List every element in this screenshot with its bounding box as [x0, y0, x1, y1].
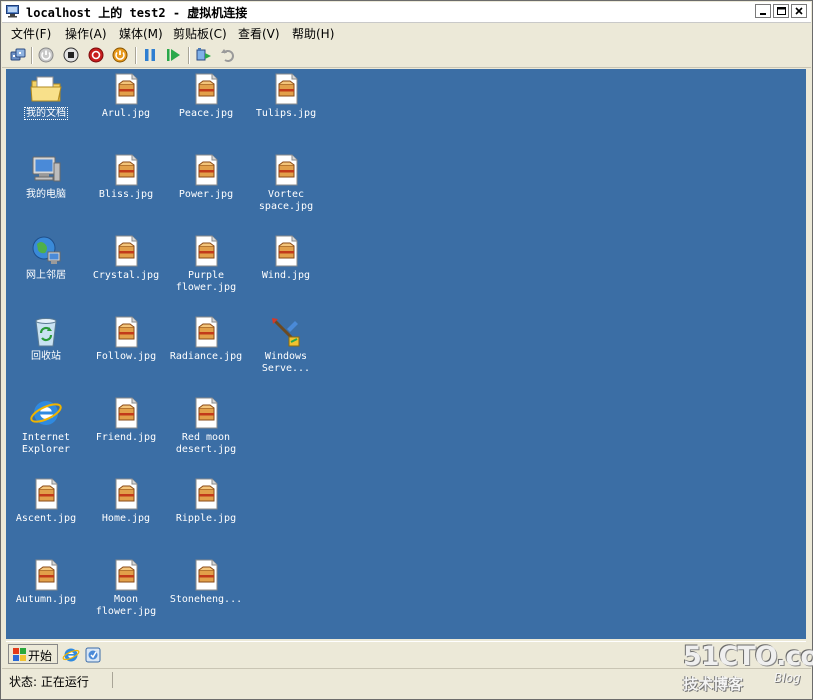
window-title: localhost 上的 test2 - 虚拟机连接	[26, 6, 248, 20]
icon-label: Red moon desert.jpg	[175, 432, 237, 455]
turn-off-icon[interactable]	[63, 47, 79, 63]
revert-icon[interactable]	[220, 47, 236, 63]
icon-label: 回收站	[31, 351, 61, 362]
icon-label: Windows Serve...	[261, 351, 311, 374]
icon-label: Friend.jpg	[95, 432, 157, 443]
title-bar[interactable]: localhost 上的 test2 - 虚拟机连接	[2, 2, 811, 23]
icon-label: Bliss.jpg	[98, 189, 154, 200]
watermark-blog: Blog	[774, 671, 801, 685]
vm-desktop[interactable]: 我的文档 我的电脑 网上邻居 回收站 Internet Explorer Asc…	[6, 69, 806, 639]
icon-label: 我的文档	[24, 107, 68, 120]
jpg-file-icon	[275, 235, 298, 267]
menu-help[interactable]: 帮助(H)	[292, 25, 334, 42]
icon-label: Autumn.jpg	[15, 594, 77, 605]
menu-action[interactable]: 操作(A)	[65, 25, 107, 42]
toolbar	[2, 43, 811, 68]
watermark-logo: 51CTO.com	[683, 641, 813, 672]
internet-explorer-icon	[30, 401, 62, 425]
internet-explorer-icon[interactable]	[62, 646, 80, 664]
icon-label: Tulips.jpg	[255, 108, 317, 119]
start-icon[interactable]	[38, 47, 54, 63]
icon-label: Ascent.jpg	[15, 513, 77, 524]
jpg-file-icon	[195, 73, 218, 105]
icon-label: Arul.jpg	[101, 108, 151, 119]
icon-label: 我的电脑	[26, 189, 66, 200]
maximize-icon	[776, 7, 786, 15]
icon-label: Power.jpg	[178, 189, 234, 200]
server-manager-icon[interactable]	[84, 646, 102, 664]
menu-view[interactable]: 查看(V)	[238, 25, 280, 42]
start-label: 开始	[28, 649, 53, 663]
jpg-file-icon	[195, 559, 218, 591]
icon-label: Crystal.jpg	[92, 270, 160, 281]
icon-label: Internet Explorer	[21, 432, 71, 455]
jpg-file-icon	[35, 478, 58, 510]
jpg-file-icon	[195, 235, 218, 267]
status-text: 状态: 正在运行	[9, 675, 89, 689]
close-icon	[795, 7, 803, 15]
icon-label: Follow.jpg	[95, 351, 157, 362]
maximize-button[interactable]	[773, 4, 789, 18]
network-places-icon	[32, 236, 61, 264]
jpg-file-icon	[275, 154, 298, 186]
ctrl-alt-del-icon[interactable]	[10, 47, 26, 63]
jpg-file-icon	[275, 73, 298, 105]
icon-label: Moon flower.jpg	[95, 594, 157, 617]
icon-label: 网上邻居	[26, 270, 66, 281]
icon-label: Stoneheng...	[169, 594, 243, 605]
windows-flag-icon	[13, 648, 26, 661]
icon-label: Peace.jpg	[178, 108, 234, 119]
icon-label: Purple flower.jpg	[175, 270, 237, 293]
jpg-file-icon	[195, 154, 218, 186]
watermark-subtitle: 技术博客	[683, 675, 744, 693]
resume-icon[interactable]	[166, 47, 182, 63]
my-documents-icon	[30, 76, 62, 102]
icon-label: Radiance.jpg	[169, 351, 243, 362]
icon-label: Vortec space.jpg	[258, 189, 314, 212]
watermark: 51CTO.com 技术博客 Blog	[683, 641, 813, 697]
windows-server-shortcut-icon	[272, 318, 300, 347]
pause-icon[interactable]	[142, 47, 158, 63]
jpg-file-icon	[115, 397, 138, 429]
vm-connection-window: localhost 上的 test2 - 虚拟机连接 文件(F) 操作(A) 媒…	[0, 0, 813, 700]
menu-media[interactable]: 媒体(M)	[119, 25, 163, 42]
recycle-bin-icon	[35, 318, 57, 347]
jpg-file-icon	[115, 73, 138, 105]
jpg-file-icon	[195, 316, 218, 348]
my-computer-icon	[32, 156, 61, 182]
icon-label: Home.jpg	[101, 513, 151, 524]
jpg-file-icon	[115, 154, 138, 186]
vm-connection-icon	[6, 5, 19, 18]
jpg-file-icon	[115, 316, 138, 348]
start-button[interactable]: 开始	[8, 644, 58, 664]
shutdown-icon[interactable]	[88, 47, 104, 63]
jpg-file-icon	[115, 559, 138, 591]
jpg-file-icon	[115, 235, 138, 267]
minimize-button[interactable]	[755, 4, 771, 18]
icon-label: Ripple.jpg	[175, 513, 237, 524]
menu-bar: 文件(F) 操作(A) 媒体(M) 剪贴板(C) 查看(V) 帮助(H)	[2, 23, 811, 42]
jpg-file-icon	[35, 559, 58, 591]
menu-clipboard[interactable]: 剪贴板(C)	[173, 25, 227, 42]
menu-file[interactable]: 文件(F)	[11, 25, 51, 42]
jpg-file-icon	[195, 478, 218, 510]
jpg-file-icon	[195, 397, 218, 429]
snapshot-icon[interactable]	[196, 47, 212, 63]
icon-label: Wind.jpg	[261, 270, 311, 281]
close-button[interactable]	[791, 4, 807, 18]
save-state-icon[interactable]	[112, 47, 128, 63]
jpg-file-icon	[115, 478, 138, 510]
minimize-icon	[760, 13, 766, 15]
